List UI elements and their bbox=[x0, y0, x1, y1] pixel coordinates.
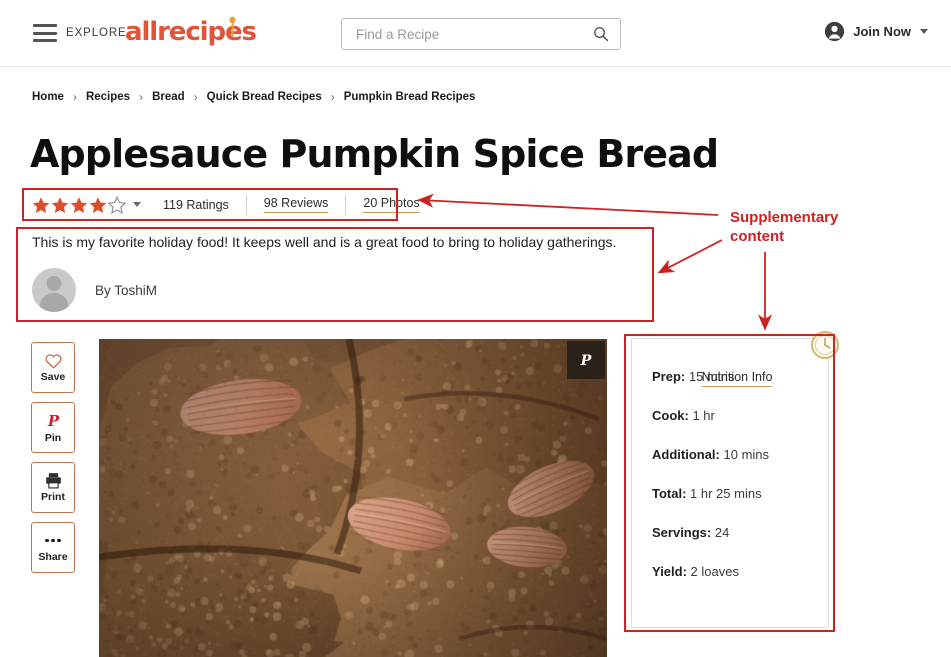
breadcrumb-separator: › bbox=[193, 90, 198, 104]
meta-value: 1 hr bbox=[692, 408, 715, 423]
join-now-label: Join Now bbox=[853, 24, 911, 39]
search-icon[interactable] bbox=[593, 26, 609, 42]
star-filled-icon bbox=[70, 196, 88, 213]
share-button[interactable]: Share bbox=[31, 522, 75, 573]
author-row[interactable]: By ToshiM bbox=[32, 268, 157, 312]
breadcrumb-item-bread[interactable]: Bread bbox=[152, 91, 185, 103]
search-box[interactable] bbox=[341, 18, 621, 50]
photos-link[interactable]: 20 Photos bbox=[363, 196, 420, 213]
pin-button[interactable]: P Pin bbox=[31, 402, 75, 453]
meta-row-cook: Cook: 1 hr bbox=[652, 407, 822, 424]
reviews-link[interactable]: 98 Reviews bbox=[263, 196, 329, 213]
breadcrumb-item-recipes[interactable]: Recipes bbox=[86, 91, 130, 103]
account-menu[interactable]: Join Now bbox=[824, 21, 928, 42]
meta-label: Total: bbox=[652, 486, 687, 501]
breadcrumb-item-pumpkin-bread-recipes[interactable]: Pumpkin Bread Recipes bbox=[344, 91, 476, 103]
account-icon bbox=[825, 21, 845, 42]
rating-dropdown-icon[interactable] bbox=[133, 202, 141, 207]
ellipsis-icon bbox=[45, 533, 61, 549]
print-button[interactable]: Print bbox=[31, 462, 75, 513]
pinterest-icon: P bbox=[46, 412, 59, 430]
meta-value: 2 loaves bbox=[690, 564, 739, 579]
allrecipes-logo[interactable]: allrecipes bbox=[125, 17, 257, 47]
breadcrumb: Home › Recipes › Bread › Quick Bread Rec… bbox=[32, 90, 475, 104]
page-title: Applesauce Pumpkin Spice Bread bbox=[30, 132, 719, 176]
star-filled-icon bbox=[89, 196, 107, 213]
share-label: Share bbox=[38, 550, 68, 563]
recipe-meta-card: Prep: 15 mins Cook: 1 hr Additional: 10 … bbox=[631, 331, 839, 628]
save-label: Save bbox=[40, 371, 66, 383]
save-button[interactable]: Save bbox=[31, 342, 75, 393]
explore-label[interactable]: EXPLORE bbox=[66, 27, 127, 39]
meta-row-servings: Servings: 24 bbox=[652, 524, 822, 541]
meta-row-yield: Yield: 2 loaves bbox=[652, 563, 822, 580]
meta-value: 10 mins bbox=[723, 447, 770, 462]
recipe-meta-list: Prep: 15 mins Cook: 1 hr Additional: 10 … bbox=[652, 368, 822, 602]
recipe-hero-image[interactable]: P bbox=[99, 339, 607, 657]
recipe-action-buttons: Save P Pin Print Share bbox=[31, 342, 75, 573]
breadcrumb-separator: › bbox=[139, 90, 144, 104]
star-rating[interactable] bbox=[32, 195, 126, 214]
hamburger-menu-icon[interactable] bbox=[33, 24, 57, 42]
svg-text:P: P bbox=[580, 353, 593, 369]
ratings-row: 119 Ratings 98 Reviews 20 Photos bbox=[24, 191, 420, 218]
meta-row-additional: Additional: 10 mins bbox=[652, 446, 822, 463]
breadcrumb-separator: › bbox=[330, 90, 335, 104]
author-name[interactable]: By ToshiM bbox=[95, 283, 157, 298]
spoon-icon bbox=[229, 16, 236, 37]
meta-row-total: Total: 1 hr 25 mins bbox=[652, 485, 822, 502]
ratings-count: 119 Ratings bbox=[163, 197, 229, 212]
divider bbox=[345, 194, 347, 215]
meta-label: Yield: bbox=[652, 564, 687, 579]
search-input[interactable] bbox=[354, 19, 584, 49]
pin-label: Pin bbox=[44, 431, 62, 444]
nutrition-info-link-wrap: Nutrition Info bbox=[652, 368, 822, 387]
meta-label: Additional: bbox=[652, 447, 720, 462]
meta-value: 1 hr 25 mins bbox=[690, 486, 762, 501]
svg-text:P: P bbox=[46, 412, 59, 430]
breadcrumb-separator: › bbox=[72, 90, 77, 104]
pinterest-save-button[interactable]: P bbox=[567, 341, 605, 379]
printer-icon bbox=[45, 473, 61, 489]
recipe-description: This is my favorite holiday food! It kee… bbox=[32, 234, 617, 250]
recipe-description-block: This is my favorite holiday food! It kee… bbox=[22, 228, 652, 320]
meta-value: 24 bbox=[714, 525, 730, 540]
avatar bbox=[32, 268, 76, 312]
star-empty-icon bbox=[108, 195, 126, 214]
heart-icon bbox=[44, 354, 62, 369]
pinterest-icon: P bbox=[580, 353, 593, 369]
print-label: Print bbox=[41, 491, 65, 503]
clock-icon bbox=[811, 331, 839, 359]
divider bbox=[245, 194, 247, 215]
annotation-label: Supplementary content bbox=[730, 209, 839, 245]
breadcrumb-item-quick-bread-recipes[interactable]: Quick Bread Recipes bbox=[207, 91, 322, 103]
breadcrumb-item-home[interactable]: Home bbox=[32, 91, 64, 103]
chevron-down-icon bbox=[920, 29, 928, 34]
star-filled-icon bbox=[32, 196, 50, 213]
nutrition-info-link[interactable]: Nutrition Info bbox=[701, 370, 773, 387]
meta-label: Servings: bbox=[652, 525, 712, 540]
site-header: EXPLORE allrecipes Join Now bbox=[0, 0, 951, 67]
meta-label: Cook: bbox=[652, 408, 689, 423]
pumpkin-bread-photo bbox=[99, 339, 607, 657]
star-filled-icon bbox=[51, 196, 69, 213]
